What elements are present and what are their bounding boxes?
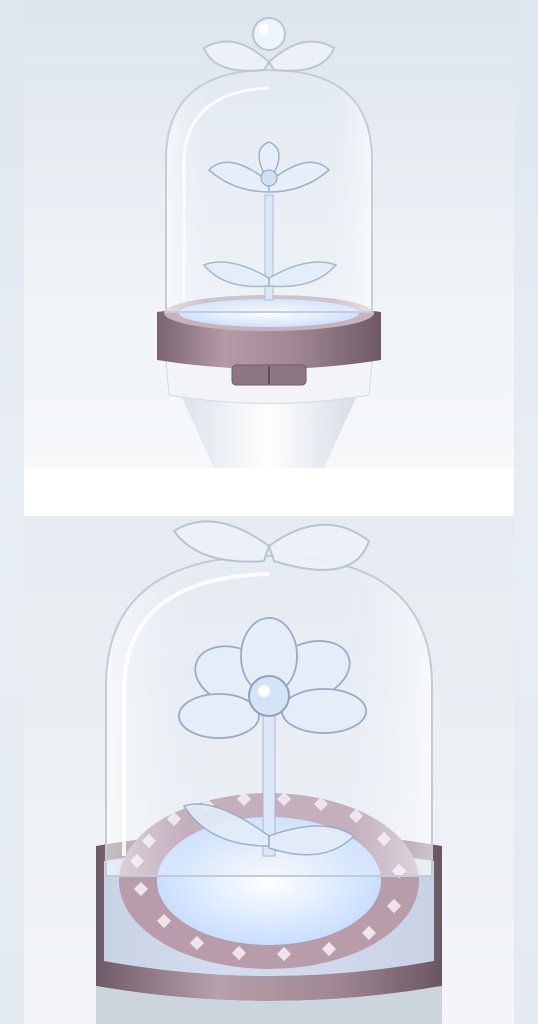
- page: [0, 0, 538, 1024]
- lightstick-closeup-image: [24, 516, 514, 1024]
- image-gap: [24, 468, 514, 516]
- right-border: [514, 0, 538, 1024]
- left-border: [0, 0, 24, 1024]
- product-photo-closeup: [24, 516, 514, 1024]
- product-photo-front: [24, 0, 514, 468]
- lightstick-front-image: [24, 0, 514, 468]
